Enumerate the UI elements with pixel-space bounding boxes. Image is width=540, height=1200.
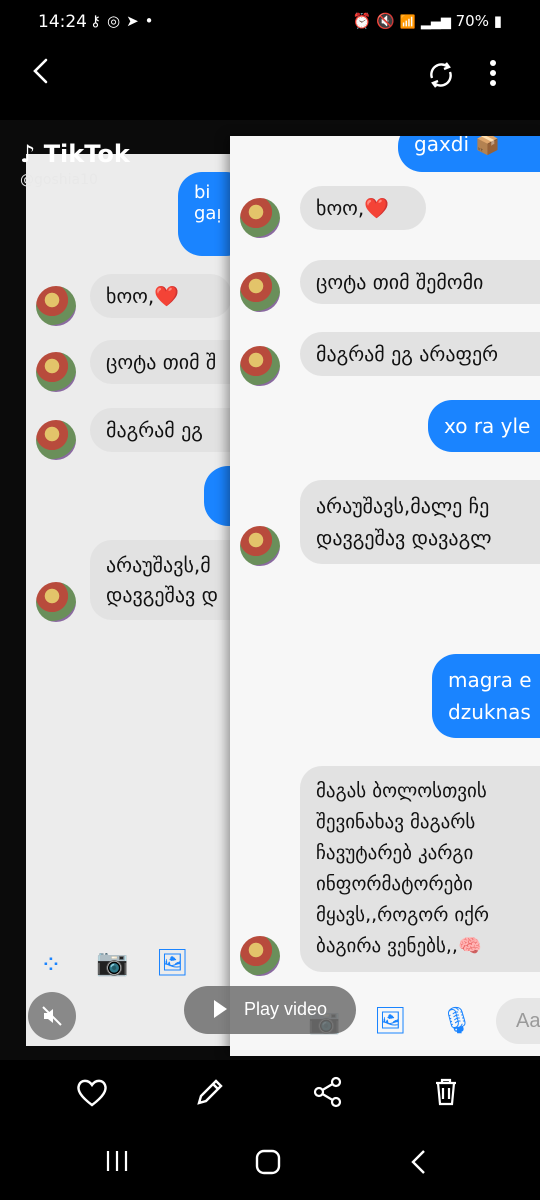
favorite-button[interactable]: [74, 1074, 114, 1114]
composer-placeholder: Aa: [516, 1010, 540, 1032]
left-apps-icon: ⁘: [40, 950, 62, 980]
home-button[interactable]: [254, 1148, 282, 1183]
right-message-5-line-1: მაგას ბოლოსთვის: [316, 780, 487, 802]
back-button[interactable]: [30, 56, 50, 94]
left-image-icon: 🖼: [156, 948, 190, 978]
left-message-4: არაუშავს,მ დავგეშავ დ: [90, 540, 241, 620]
alarm-icon: ⏰: [352, 12, 372, 30]
signal-icon: ▂▄▆: [420, 15, 451, 30]
tiktok-username: @goshia10: [20, 172, 98, 188]
right-message-4-line-1: არაუშავს,მალე ჩე: [316, 494, 490, 518]
play-video-label: Play video: [244, 999, 328, 1019]
system-nav-bar: [0, 1134, 540, 1200]
wifi-icon: 📶: [399, 15, 417, 30]
telegram-icon: ➤: [126, 12, 145, 30]
mute-icon: 🔇: [376, 12, 396, 30]
left-avatar: [36, 420, 76, 460]
recents-icon: [106, 1151, 128, 1171]
right-avatar: [240, 346, 280, 386]
tiktok-note-icon: ♪: [20, 140, 36, 168]
right-avatar: [240, 272, 280, 312]
right-outgoing-2-line-1: magra e: [448, 668, 532, 692]
dot-icon: •: [144, 12, 160, 30]
play-video-button[interactable]: Play video: [184, 986, 356, 1034]
left-camera-icon: 📷: [96, 948, 129, 978]
right-message-5-line-6: ბაგირა ვენებს,,🧠: [316, 935, 482, 957]
status-bar: 14:24 ⚷◎➤• ⏰ 🔇 📶 ▂▄▆ 70% ▮: [0, 0, 540, 44]
share-button[interactable]: [310, 1074, 350, 1114]
right-avatar: [240, 936, 280, 976]
chat-screenshot-right: gaxdi 📦 ხოო,❤️ ცოტა თიმ შემომი მაგრამ ეგ…: [230, 136, 540, 1056]
edit-button[interactable]: [192, 1074, 232, 1114]
mute-button[interactable]: [28, 992, 76, 1040]
recent-apps-button[interactable]: [104, 1148, 130, 1181]
share-icon: [313, 1076, 342, 1108]
right-message-4-line-2: დავგეშავ დავაგლ: [316, 526, 492, 550]
rotate-icon: [430, 62, 452, 88]
right-avatar: [240, 526, 280, 566]
right-message-5-line-5: მყავს,,როგორ იქრ: [316, 904, 490, 926]
right-image-icon: 🖼: [374, 1006, 408, 1036]
battery-percent: 70%: [455, 12, 489, 30]
pencil-icon: [197, 1079, 223, 1105]
right-message-5-line-2: შევინახავ მაგარს: [316, 811, 476, 833]
right-message-5-line-4: ინფორმატორები: [316, 873, 473, 895]
battery-icon: ▮: [493, 12, 502, 30]
right-mic-icon: 🎙: [440, 1006, 474, 1036]
viewer-action-bar: [0, 1064, 540, 1124]
right-avatar: [240, 198, 280, 238]
status-right-icons: ⏰ 🔇 📶 ▂▄▆ 70% ▮: [353, 12, 502, 30]
more-options-button[interactable]: [486, 58, 500, 88]
home-icon: [255, 1149, 281, 1175]
back-nav-button[interactable]: [408, 1148, 430, 1183]
left-avatar: [36, 352, 76, 392]
right-outgoing-top: gaxdi 📦: [398, 136, 540, 172]
tiktok-watermark: ♪ TikTok @goshia10: [20, 140, 130, 188]
left-message-2: ცოტა თიმ შ: [90, 340, 241, 384]
status-time: 14:24: [38, 12, 87, 32]
right-message-5: მაგას ბოლოსთვის შევინახავ მაგარს ჩავუტარ…: [300, 766, 540, 972]
right-message-1: ხოო,❤️: [300, 186, 426, 230]
key-icon: ⚷: [90, 12, 107, 30]
right-message-4: არაუშავს,მალე ჩე დავგეშავ დავაგლ: [300, 480, 540, 564]
heart-icon: [77, 1079, 107, 1107]
right-message-2: ცოტა თიმ შემომი: [300, 260, 540, 304]
speaker-muted-icon: [42, 1006, 62, 1026]
right-outgoing-2-line-2: dzuknas: [448, 700, 531, 724]
viewer-top-bar: [0, 48, 540, 104]
left-message-1: ხოო,❤️: [90, 274, 232, 318]
left-avatar: [36, 582, 76, 622]
nav-back-icon: [411, 1150, 425, 1174]
instagram-icon: ◎: [107, 12, 127, 30]
chat-screenshot-left: bi gaᴉ ხოო,❤️ ცოტა თიმ შ მაგრამ ეგ არაუშ…: [26, 154, 241, 1046]
delete-button[interactable]: [428, 1074, 468, 1114]
more-vert-icon: [490, 60, 496, 86]
right-outgoing-2: magra e dzuknas: [432, 654, 540, 738]
rotate-screen-button[interactable]: [424, 58, 458, 92]
left-avatar: [36, 286, 76, 326]
status-left-icons: ⚷◎➤•: [90, 12, 160, 30]
tiktok-logo-text: TikTok: [43, 140, 130, 168]
right-composer-field: Aa: [496, 998, 540, 1044]
back-arrow-icon: [33, 58, 48, 84]
trash-icon: [436, 1078, 456, 1106]
right-outgoing-1: xo ra yle: [428, 400, 540, 452]
right-message-3: მაგრამ ეგ არაფერ: [300, 332, 540, 376]
video-frame[interactable]: bi gaᴉ ხოო,❤️ ცოტა თიმ შ მაგრამ ეგ არაუშ…: [0, 120, 540, 1060]
play-icon: [214, 1000, 227, 1018]
left-message-3: მაგრამ ეგ: [90, 408, 241, 452]
right-message-5-line-3: ჩავუტარებ კარგი: [316, 842, 474, 864]
